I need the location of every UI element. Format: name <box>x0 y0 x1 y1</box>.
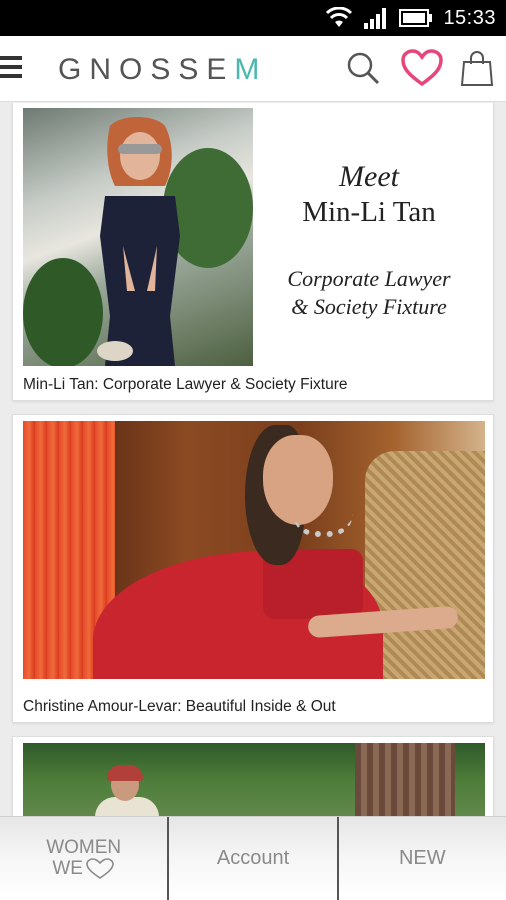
signal-icon <box>364 8 387 29</box>
heart-icon[interactable] <box>400 48 444 88</box>
nav-new-label: NEW <box>398 847 446 869</box>
feed-card[interactable]: Meet Min-Li Tan Corporate Lawyer & Socie… <box>12 103 494 401</box>
logo-accent: M <box>234 53 268 86</box>
article-image[interactable]: Meet Min-Li Tan Corporate Lawyer & Socie… <box>23 108 485 366</box>
article-image[interactable] <box>23 743 485 816</box>
battery-icon <box>399 9 433 27</box>
nav-account-label: Account <box>216 847 290 869</box>
nav-women-we-love[interactable]: WOMEN WE <box>0 817 167 900</box>
article-title[interactable]: Christine Amour-Levar: Beautiful Inside … <box>23 693 483 720</box>
feed-card[interactable]: Christine Amour-Levar: Beautiful Inside … <box>12 414 494 723</box>
search-icon[interactable] <box>345 50 381 86</box>
clock: 15:33 <box>443 6 496 29</box>
headline-role-line2: & Society Fixture <box>291 294 447 319</box>
headline-name: Min-Li Tan <box>302 196 436 228</box>
article-title[interactable]: Min-Li Tan: Corporate Lawyer & Society F… <box>23 371 483 398</box>
menu-icon[interactable] <box>0 52 26 82</box>
bottom-nav: WOMEN WE Account NEW <box>0 816 506 900</box>
nav-women-line1: WOMEN <box>46 836 122 858</box>
logo: GNOSSEM <box>58 53 267 87</box>
headline-role-line1: Corporate Lawyer <box>287 266 451 291</box>
wifi-icon <box>326 7 353 27</box>
headline-meet: Meet <box>339 160 399 193</box>
shopping-bag-icon[interactable] <box>460 50 494 88</box>
chair-graphic <box>365 451 485 679</box>
app-bar: GNOSSEM <box>0 36 506 102</box>
nav-account[interactable]: Account <box>167 817 336 900</box>
nav-new[interactable]: NEW <box>336 817 506 900</box>
portrait-photo <box>23 108 253 366</box>
status-bar: 15:33 <box>0 0 506 36</box>
feed-list[interactable]: Meet Min-Li Tan Corporate Lawyer & Socie… <box>0 103 506 816</box>
article-headline-graphic: Meet Min-Li Tan Corporate Lawyer & Socie… <box>253 108 485 366</box>
heart-outline-icon <box>86 857 114 879</box>
logo-main: GNOSSE <box>58 53 235 86</box>
nav-women-line2: WE <box>52 857 83 879</box>
feed-card[interactable] <box>12 736 494 816</box>
article-image[interactable] <box>23 421 485 679</box>
